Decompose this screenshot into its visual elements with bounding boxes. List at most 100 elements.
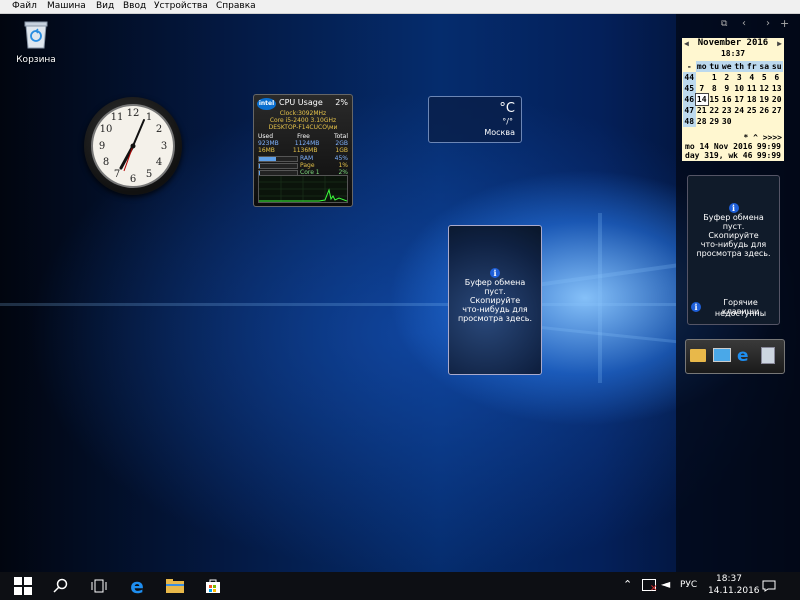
calendar-day[interactable]: 17 (733, 94, 746, 105)
calendar-day (746, 116, 759, 127)
sidebar-clipboard-gadget[interactable]: i Буфер обмена пуст. Скопируйте что-нибу… (687, 175, 780, 325)
calendar-day[interactable]: 27 (771, 105, 784, 116)
language-indicator[interactable]: РУС (680, 580, 697, 590)
sidebar-next-icon[interactable]: › (766, 18, 770, 29)
calendar-day[interactable]: 25 (746, 105, 759, 116)
menu-view[interactable]: Вид (96, 0, 114, 12)
explorer-button[interactable] (156, 572, 194, 600)
launcher-gadget: e (685, 339, 785, 374)
menu-input[interactable]: Ввод (123, 0, 146, 12)
cpu-history-graph (258, 175, 348, 203)
calendar-day[interactable]: 11 (746, 83, 759, 94)
clock-face: 12 12 345 678 91011 (91, 104, 175, 188)
clipboard-line: Скопируйте (469, 296, 521, 305)
svg-text:7: 7 (114, 169, 120, 180)
edge-button[interactable]: e (118, 572, 156, 600)
mem-header-row: Used Free Total (258, 133, 348, 140)
search-button[interactable] (42, 572, 80, 600)
calendar-week-number: 44 (683, 72, 696, 83)
computer-icon[interactable] (713, 348, 731, 362)
menu-devices[interactable]: Устройства (154, 0, 208, 12)
start-button[interactable] (4, 572, 42, 600)
recycle-bin-icon[interactable] (761, 347, 775, 364)
clipboard-gadget[interactable]: i Буфер обмена пуст. Скопируйте что-нибу… (448, 225, 542, 375)
calendar-day[interactable]: 6 (771, 72, 784, 83)
calendar-day[interactable]: 5 (758, 72, 771, 83)
calendar-day[interactable]: 22 (708, 105, 721, 116)
calendar-day (733, 116, 746, 127)
calendar-day[interactable]: 19 (758, 94, 771, 105)
clipboard-line: Буфер обмена (464, 278, 526, 287)
calendar-nav[interactable]: * ^ >>>> (743, 133, 782, 142)
calendar-day[interactable]: 29 (708, 116, 721, 127)
calendar-day-value: 99:99 (756, 151, 781, 160)
intel-logo-icon: intel (257, 98, 276, 110)
calendar-day (771, 116, 784, 127)
recycle-bin-shortcut[interactable]: Корзина (14, 19, 58, 65)
calendar-day-line: day 319, wk 46 (685, 151, 753, 160)
cpu-percent: 2% (335, 98, 348, 107)
folder-icon[interactable] (690, 349, 706, 362)
search-icon (53, 578, 68, 593)
svg-text:6: 6 (130, 174, 136, 185)
vm-menu-bar: Файл Машина Вид Ввод Устройства Справка (0, 0, 800, 14)
calendar-day[interactable]: 20 (771, 94, 784, 105)
weather-gadget[interactable]: °C °/° Москва (428, 96, 522, 143)
clipboard-line: Буфер обмена (703, 213, 764, 222)
calendar-day[interactable]: 2 (721, 72, 734, 83)
calendar-day[interactable]: 4 (746, 72, 759, 83)
sidebar-prev-icon[interactable]: ‹ (742, 18, 746, 29)
cpu-clock: Clock:3092MHz (279, 110, 327, 117)
calendar-day[interactable]: 12 (758, 83, 771, 94)
calendar-day[interactable]: 28 (696, 116, 709, 127)
calendar-day[interactable]: 7 (696, 83, 709, 94)
taskbar: e ⌃ ✕ ◄ РУС 18:37 14.11.2016 (0, 572, 800, 600)
action-center-icon[interactable] (762, 580, 776, 592)
volume-icon[interactable]: ◄ (661, 577, 670, 591)
calendar-day[interactable]: 30 (721, 116, 734, 127)
calendar-day[interactable]: 9 (721, 83, 734, 94)
calendar-day[interactable]: 15 (708, 94, 721, 105)
task-view-button[interactable] (80, 572, 118, 600)
calendar-day[interactable]: 10 (733, 83, 746, 94)
menu-machine[interactable]: Машина (47, 0, 86, 12)
internet-explorer-icon[interactable]: e (737, 346, 749, 366)
sidebar-add-icon[interactable]: + (780, 17, 789, 30)
cpu-host: DESKTOP-F14CUCO\ми (268, 124, 338, 131)
svg-text:5: 5 (146, 169, 152, 180)
calendar-day[interactable]: 8 (708, 83, 721, 94)
clock-date[interactable]: 14.11.2016 (708, 586, 760, 596)
network-error-icon: ✕ (650, 584, 658, 594)
calendar-day[interactable]: 26 (758, 105, 771, 116)
clock-gadget[interactable]: 12 1 2 345 678 9 10 11 (84, 97, 182, 195)
menu-file[interactable]: Файл (12, 0, 37, 12)
calendar-week-number: 48 (683, 116, 696, 127)
sidebar-restore-icon[interactable]: ⧉ (721, 19, 727, 29)
calendar-day[interactable]: 18 (746, 94, 759, 105)
svg-text:9: 9 (99, 141, 105, 152)
calendar-day[interactable]: 16 (721, 94, 734, 105)
calendar-day[interactable]: 21 (696, 105, 709, 116)
calendar-day[interactable]: 13 (771, 83, 784, 94)
calendar-day[interactable]: 3 (733, 72, 746, 83)
weather-city: Москва (484, 128, 515, 137)
menu-help[interactable]: Справка (216, 0, 256, 12)
calendar-day[interactable]: 23 (721, 105, 734, 116)
cpu-usage-gadget[interactable]: intel CPU Usage 2% Clock:3092MHz Core i5… (253, 94, 353, 207)
header-total: Total (333, 133, 348, 140)
usage-bar-track (258, 156, 298, 162)
calendar-date-value: 99:99 (756, 142, 781, 151)
tray-chevron-icon[interactable]: ⌃ (623, 578, 632, 591)
page-used: 16MB (258, 147, 275, 154)
calendar-day[interactable]: 14 (694, 93, 709, 106)
clock-time[interactable]: 18:37 (716, 574, 742, 584)
header-used: Used (258, 133, 274, 140)
calendar-week-row: 45 7 8 9 10 11 12 13 (683, 83, 783, 94)
calendar-day[interactable]: 1 (708, 72, 721, 83)
clipboard-line: Скопируйте (708, 231, 759, 240)
store-button[interactable] (194, 572, 232, 600)
calendar-gadget[interactable]: ◀ ▶ November 2016 18:37 - mo tu we th fr sa su 4… (682, 38, 784, 161)
calendar-day[interactable]: 24 (733, 105, 746, 116)
usage-bar-fill (259, 157, 277, 161)
mem-free: 1124MB (294, 140, 320, 147)
